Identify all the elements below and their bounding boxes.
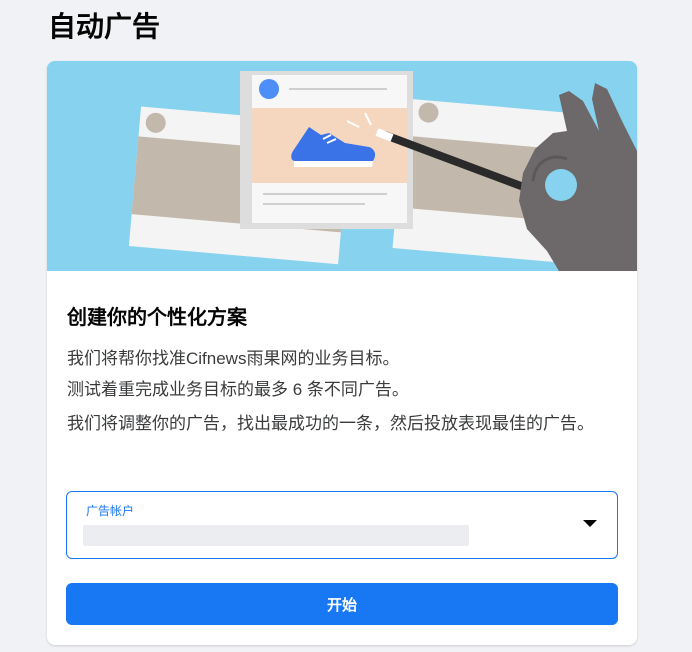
- ad-account-select[interactable]: 广告帐户: [66, 491, 618, 559]
- hero-illustration: [47, 61, 637, 271]
- description-line: 我们将调整你的广告，找出最成功的一条，然后投放表现最佳的广告。: [67, 414, 594, 433]
- caret-down-icon[interactable]: [583, 520, 597, 527]
- ad-account-label: 广告帐户: [86, 504, 135, 518]
- section-title: 创建你的个性化方案: [67, 307, 247, 329]
- start-button[interactable]: 开始: [66, 583, 618, 625]
- description-line: 我们将帮你找准Cifnews雨果网的业务目标。: [67, 349, 400, 368]
- auto-ads-card: 创建你的个性化方案 我们将帮你找准Cifnews雨果网的业务目标。 测试着重完成…: [47, 61, 637, 645]
- page-title: 自动广告: [48, 11, 161, 42]
- description-line: 测试着重完成业务目标的最多 6 条不同广告。: [67, 380, 409, 399]
- ad-account-value[interactable]: [83, 525, 469, 546]
